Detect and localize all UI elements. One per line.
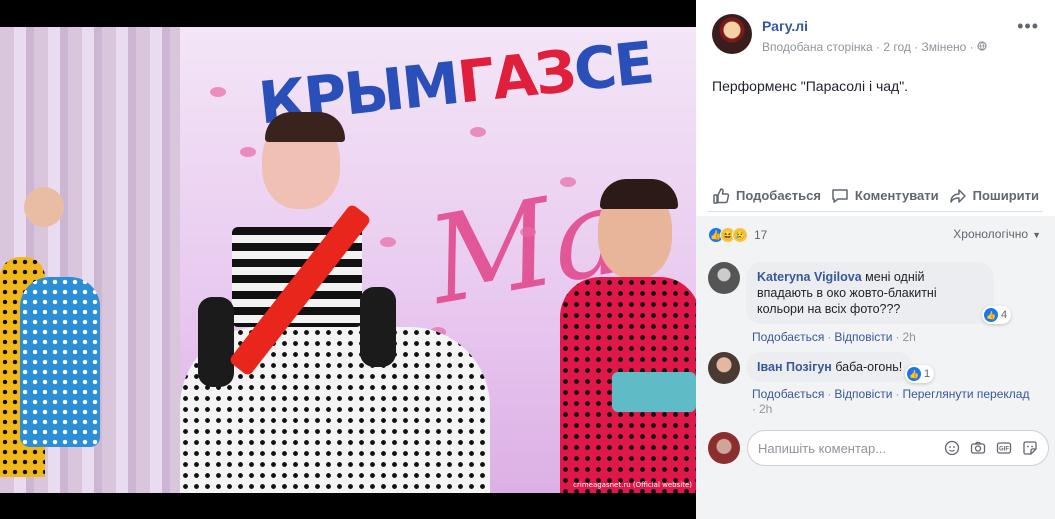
like-reaction-icon: 👍 <box>984 308 998 322</box>
post-photo[interactable]: КРЫМГАЗСЕ Ма crimeagasnet.ru (Official w… <box>0 27 696 493</box>
comment-reactions[interactable]: 👍 4 <box>982 306 1012 324</box>
separator: · <box>752 402 756 416</box>
comment-reply-link[interactable]: Відповісти <box>834 330 892 344</box>
comment-bubble: Kateryna Vigilova мені одній впадають в … <box>746 262 994 324</box>
more-dots-icon[interactable]: ••• <box>1017 16 1039 37</box>
petal <box>470 127 486 137</box>
dancer-head <box>24 187 64 227</box>
comment-item: Kateryna Vigilova мені одній впадають в … <box>708 262 1043 352</box>
see-translation-link[interactable]: Переглянути переклад <box>902 387 1029 401</box>
comment-label: Коментувати <box>854 188 939 203</box>
comment-reaction-count: 1 <box>924 368 931 380</box>
post-header: Рагу.лі Вподобана сторінка · 2 год · Змі… <box>712 14 1043 58</box>
comment-like-link[interactable]: Подобається <box>752 387 824 401</box>
performer-hair <box>265 112 345 142</box>
petal <box>520 227 536 237</box>
share-label: Поширити <box>972 188 1039 203</box>
comment-input[interactable]: Напишіть коментар... GIF <box>747 430 1049 466</box>
comment-actions: Подобається · Відповісти · 2h <box>752 330 916 344</box>
post-text: Перформенс "Парасолі і чад". <box>712 78 909 94</box>
gif-icon[interactable]: GIF <box>996 440 1012 456</box>
post-meta: Вподобана сторінка · 2 год · Змінено · <box>762 40 987 54</box>
comment-order-dropdown[interactable]: Хронологічно ▼ <box>953 227 1041 241</box>
petal <box>240 147 256 157</box>
comment-avatar[interactable] <box>708 262 740 294</box>
sad-reaction-icon: 😢 <box>732 227 748 243</box>
page-avatar[interactable] <box>712 14 752 54</box>
petal <box>380 237 396 247</box>
photo-watermark: crimeagasnet.ru (Official website) <box>573 481 692 489</box>
banner-text-rest: СЕ <box>570 28 656 105</box>
comment-avatar[interactable] <box>708 352 740 384</box>
comment-time-row: · 2h <box>752 402 772 416</box>
banner-text-red: ГАЗ <box>454 36 578 117</box>
like-label: Подобається <box>736 188 821 203</box>
globe-icon[interactable] <box>977 40 987 54</box>
dancer-blue <box>20 277 100 447</box>
emoji-icon[interactable] <box>944 440 960 456</box>
composer-icons: GIF <box>944 440 1038 456</box>
separator: · <box>895 387 900 401</box>
post-panel: Рагу.лі Вподобана сторінка · 2 год · Змі… <box>696 0 1055 519</box>
comment-item: Іван Позігун баба-огонь! 👍 1 Подобається… <box>708 352 1043 422</box>
comments-section: 👍 😆 😢 17 Хронологічно ▼ Kateryna Vigilova… <box>696 216 1055 519</box>
comment-actions: Подобається · Відповісти · Переглянути перек… <box>752 387 1029 401</box>
petal <box>560 177 576 187</box>
comment-like-link[interactable]: Подобається <box>752 330 824 344</box>
comment-time[interactable]: 2h <box>759 402 772 416</box>
post-actions: Подобається Коментувати Поширити <box>708 180 1043 212</box>
comment-placeholder: Напишіть коментар... <box>758 440 887 456</box>
performer-glove <box>360 287 396 367</box>
page-name-link[interactable]: Рагу.лі <box>762 18 808 34</box>
performer-glove <box>198 297 234 387</box>
teal-umbrella <box>612 372 696 412</box>
comment-text: баба-огонь! <box>835 360 903 374</box>
caret-down-icon: ▼ <box>1032 230 1041 240</box>
thumbs-up-icon <box>713 187 730 204</box>
comment-author[interactable]: Kateryna Vigilova <box>757 270 862 284</box>
comment-reactions[interactable]: 👍 1 <box>905 365 935 383</box>
sticker-icon[interactable] <box>1022 440 1038 456</box>
camera-icon[interactable] <box>970 440 986 456</box>
comment-icon <box>832 188 848 203</box>
comment-bubble: Іван Позігун баба-огонь! <box>746 352 914 382</box>
comment-button[interactable]: Коментувати <box>827 180 943 211</box>
like-button[interactable]: Подобається <box>708 180 825 211</box>
dancer-hair <box>600 179 678 209</box>
separator: · <box>827 330 832 344</box>
svg-text:GIF: GIF <box>999 447 1009 453</box>
comment-time[interactable]: 2h <box>902 330 915 344</box>
comment-order-label: Хронологічно <box>953 227 1029 241</box>
separator: · <box>895 330 900 344</box>
comment-reaction-count: 4 <box>1001 309 1008 321</box>
separator: · <box>827 387 832 401</box>
share-button[interactable]: Поширити <box>945 180 1043 211</box>
reaction-count: 17 <box>754 228 768 242</box>
comment-composer: Напишіть коментар... GIF <box>708 430 1049 466</box>
user-avatar[interactable] <box>708 432 740 464</box>
comment-reply-link[interactable]: Відповісти <box>834 387 892 401</box>
post-meta-text: Вподобана сторінка · 2 год · Змінено · <box>762 40 977 54</box>
like-reaction-icon: 👍 <box>907 367 921 381</box>
comment-author[interactable]: Іван Позігун <box>757 360 832 374</box>
share-icon <box>949 188 966 203</box>
petal <box>210 87 226 97</box>
photo-viewer: КРЫМГАЗСЕ Ма crimeagasnet.ru (Official w… <box>0 0 696 519</box>
